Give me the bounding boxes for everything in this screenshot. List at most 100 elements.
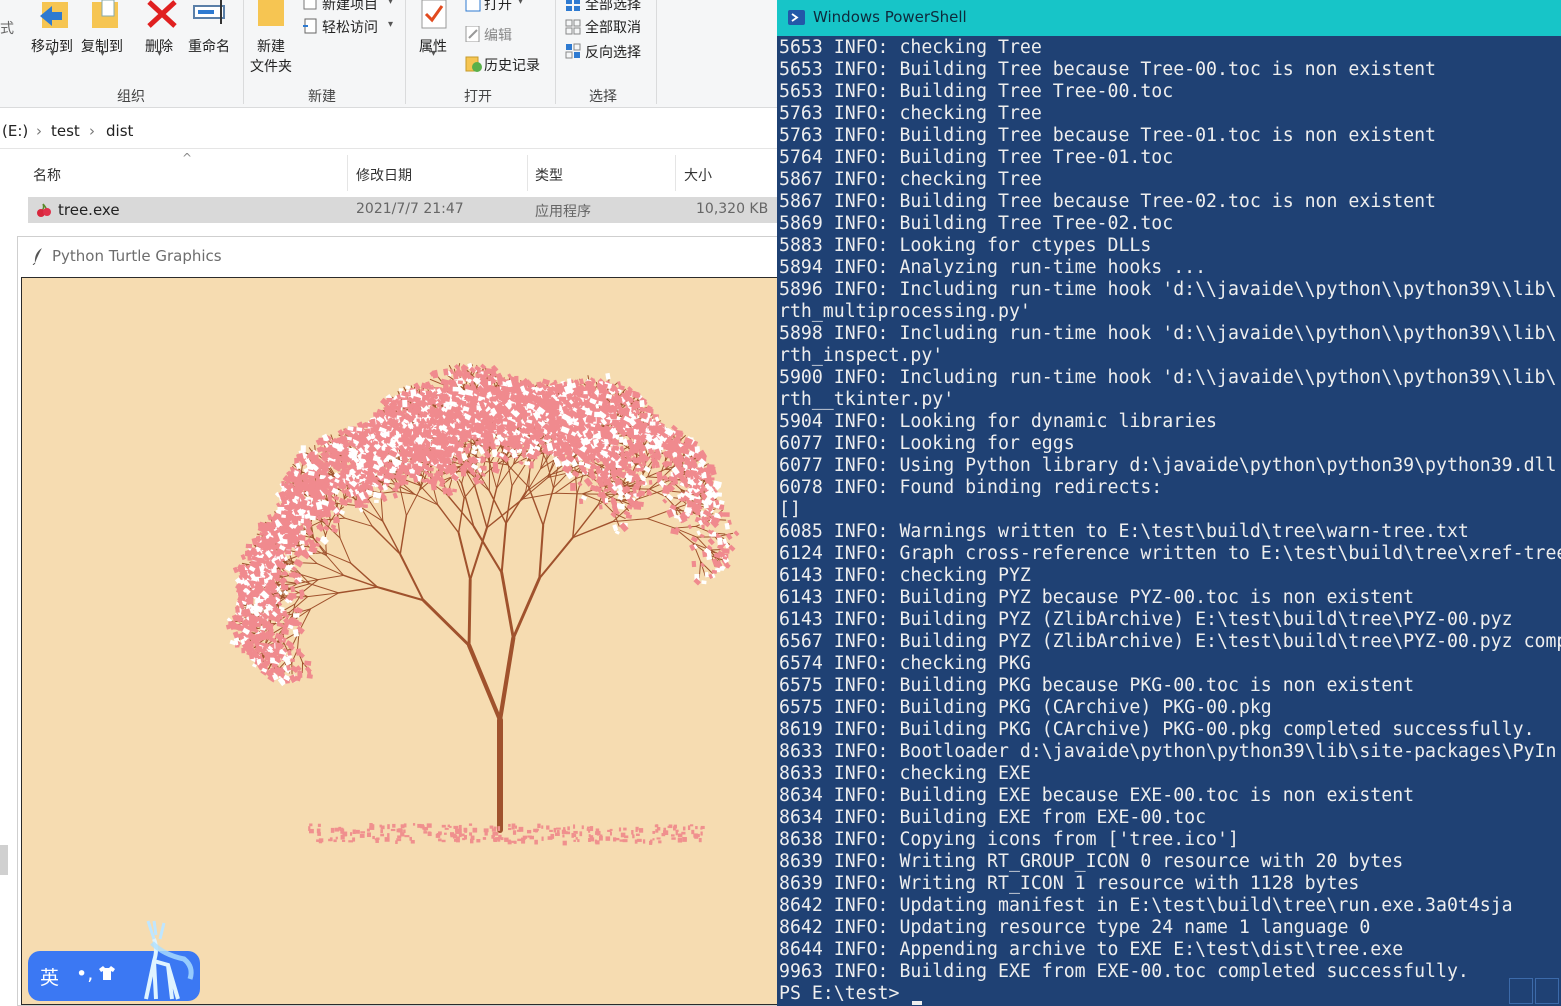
group-organize-label: 组织 <box>117 89 145 105</box>
tree-branch <box>474 486 488 529</box>
tree-branch <box>399 514 408 556</box>
cherry-icon <box>36 202 52 218</box>
blossom-petal <box>700 487 705 491</box>
invert-selection-button[interactable]: 反向选择 <box>585 42 641 62</box>
column-name[interactable]: 名称 <box>33 165 61 185</box>
select-all-button[interactable]: 全部选择 <box>585 0 641 14</box>
turtle-titlebar[interactable]: Python Turtle Graphics <box>18 237 786 275</box>
column-modified[interactable]: 修改日期 <box>356 165 412 185</box>
blossom-petal <box>695 508 701 516</box>
edit-button[interactable]: 编辑 <box>484 25 512 45</box>
blossom-petal <box>717 537 723 546</box>
blossom-petal <box>711 569 718 574</box>
file-list-header: ^ 名称 修改日期 类型 大小 <box>0 151 780 193</box>
breadcrumb-separator[interactable]: › <box>89 122 95 140</box>
tree-branch <box>538 536 574 580</box>
tree-branch <box>524 464 532 493</box>
ribbon-separator <box>243 0 244 104</box>
blossom-petal <box>578 378 585 385</box>
open-button[interactable]: 打开 <box>484 0 512 14</box>
blossom-petal <box>648 479 653 485</box>
new-item-button[interactable]: 新建项目 <box>322 0 378 14</box>
copy-to-dropdown[interactable]: ▾ <box>100 48 105 59</box>
column-divider[interactable] <box>347 155 348 191</box>
properties-dropdown[interactable]: ▾ <box>431 48 436 59</box>
breadcrumb-separator[interactable]: › <box>36 122 42 140</box>
new-item-dropdown[interactable]: ▾ <box>388 0 393 7</box>
tree-branch <box>646 518 676 529</box>
file-row[interactable]: tree.exe 2021/7/7 21:47 应用程序 10,320 KB <box>28 197 780 223</box>
tree-branch <box>436 504 460 534</box>
properties-icon <box>421 0 449 30</box>
blossom-petal <box>617 381 621 386</box>
cherry-tree-drawing <box>225 362 740 846</box>
tree-branch <box>496 463 515 489</box>
tree-branch <box>500 522 508 574</box>
tree-branch <box>357 505 384 522</box>
blossom-petal <box>656 471 663 481</box>
blossom-petal <box>707 537 715 546</box>
new-folder-icon <box>256 0 286 28</box>
column-divider[interactable] <box>675 155 676 191</box>
file-size: 10,320 KB <box>696 201 769 217</box>
new-folder-button[interactable]: 新建 <box>257 36 285 56</box>
blossom-petal <box>694 498 702 505</box>
breadcrumb-dist[interactable]: dist <box>106 122 133 140</box>
select-none-button[interactable]: 全部取消 <box>585 17 641 37</box>
file-name[interactable]: tree.exe <box>58 201 120 219</box>
invert-selection-icon <box>565 43 581 59</box>
address-bar[interactable]: (E:) › test › dist <box>0 113 780 149</box>
explorer-ribbon: 式 移动到 ▾ 复制到 ▾ 删除 ▾ 重命名 新建 文件夹 新建项目 ▾ 轻松访… <box>0 0 780 108</box>
sort-indicator: ^ <box>182 151 193 165</box>
blossom-petal <box>691 560 697 568</box>
easy-access-icon <box>302 18 318 34</box>
delete-dropdown[interactable]: ▾ <box>157 48 162 59</box>
blossom-petal <box>704 571 709 578</box>
blossom-petal <box>619 436 624 443</box>
blossom-petal <box>687 524 693 530</box>
turtle-title: Python Turtle Graphics <box>52 247 222 265</box>
copy-to-icon <box>88 0 124 30</box>
blossom-petal <box>666 493 674 501</box>
blossom-petal <box>566 378 572 385</box>
tree-branch <box>466 643 503 723</box>
breadcrumb-test[interactable]: test <box>51 122 80 140</box>
tree-branch <box>376 586 425 602</box>
blossom-petal <box>636 435 644 441</box>
select-all-icon <box>565 0 581 11</box>
breadcrumb-drive[interactable]: (E:) <box>2 122 28 140</box>
tree-branch <box>350 562 379 588</box>
turtle-canvas[interactable] <box>21 277 791 1005</box>
group-open-label: 打开 <box>464 89 492 105</box>
nav-pane-scrollbar[interactable] <box>0 845 8 875</box>
tree-branch <box>497 635 516 723</box>
tree-branch <box>414 493 439 506</box>
easy-access-button[interactable]: 轻松访问 <box>322 17 378 37</box>
tree-branch <box>472 525 503 574</box>
tree-blossoms <box>225 362 740 687</box>
blossom-petal <box>599 395 606 401</box>
rename-button[interactable]: 重命名 <box>188 36 230 56</box>
open-icon <box>465 0 481 12</box>
blossom-petal <box>638 428 646 434</box>
turtle-window: Python Turtle Graphics <box>17 236 791 1006</box>
new-folder-button-line2[interactable]: 文件夹 <box>250 56 292 76</box>
column-size[interactable]: 大小 <box>684 165 712 185</box>
tree-branch <box>612 518 648 523</box>
move-to-dropdown[interactable]: ▾ <box>50 48 55 59</box>
blossom-petal <box>605 372 611 380</box>
tree-branch <box>467 578 472 647</box>
file-type: 应用程序 <box>535 204 591 220</box>
easy-access-dropdown[interactable]: ▾ <box>388 19 393 30</box>
edit-icon <box>465 25 481 43</box>
column-type[interactable]: 类型 <box>535 165 563 185</box>
column-divider[interactable] <box>527 155 528 191</box>
ribbon-separator <box>656 0 657 104</box>
open-dropdown[interactable]: ▾ <box>518 0 523 7</box>
history-button[interactable]: 历史记录 <box>484 55 540 75</box>
new-item-icon <box>302 0 318 10</box>
blossom-petal <box>649 421 656 426</box>
blossom-petal <box>701 524 705 530</box>
group-select-label: 选择 <box>589 89 617 105</box>
ribbon-cut-label: 式 <box>0 21 14 37</box>
